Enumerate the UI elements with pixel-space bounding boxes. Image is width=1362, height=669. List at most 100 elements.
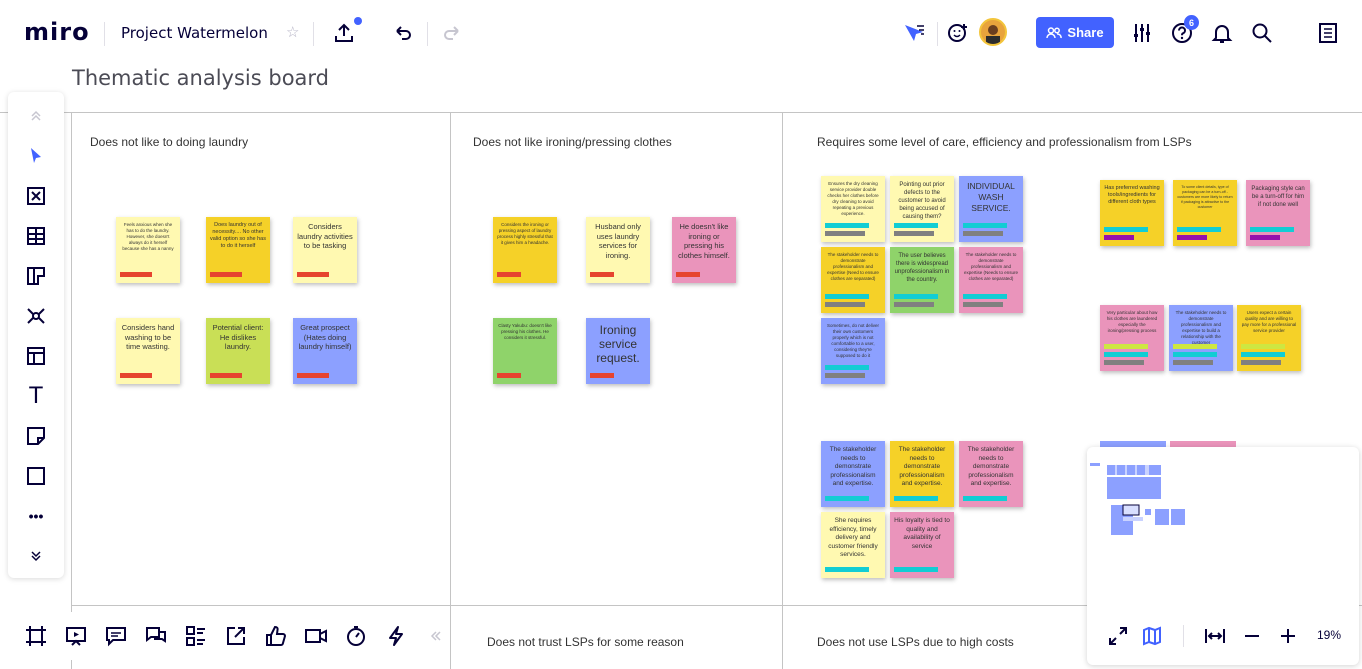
project-title[interactable]: Project Watermelon (121, 24, 268, 42)
export-icon[interactable] (331, 20, 357, 46)
zoom-level[interactable]: 19% (1317, 628, 1341, 642)
more-icon[interactable]: ••• (24, 504, 48, 528)
expand-down-icon[interactable] (24, 544, 48, 568)
sticky-note[interactable]: Considers hand washing to be time wastin… (116, 318, 180, 384)
sticky-note[interactable]: The stakeholder needs to demonstrate pro… (821, 247, 885, 313)
tag-red (120, 272, 152, 277)
sticky-note-icon[interactable] (24, 424, 48, 448)
chat-icon[interactable] (144, 624, 168, 648)
tag-red (497, 373, 521, 378)
sticky-note[interactable]: Pointing out prior defects to the custom… (890, 176, 954, 242)
tag-red (210, 373, 242, 378)
frame-x-icon[interactable] (24, 184, 48, 208)
sticky-note[interactable]: Ironing service request. (586, 318, 650, 384)
divider (427, 22, 428, 46)
add-reaction-icon[interactable] (946, 21, 970, 45)
select-cursor-icon[interactable] (24, 144, 48, 168)
sticky-note[interactable]: To some client details, type of packagin… (1173, 180, 1237, 246)
sticky-note[interactable]: The user believes there is widespread un… (890, 247, 954, 313)
sticky-text: The stakeholder needs to demonstrate pro… (829, 446, 877, 487)
minimap-preview[interactable] (1087, 447, 1359, 607)
map-icon[interactable] (1141, 625, 1163, 647)
sticky-note[interactable]: She requires efficiency, timely delivery… (821, 512, 885, 578)
undo-icon[interactable] (391, 21, 415, 45)
share-button[interactable]: Share (1036, 17, 1114, 48)
miro-logo[interactable]: miro (24, 18, 90, 46)
sticky-note[interactable]: The stakeholder needs to demonstrate pro… (959, 247, 1023, 313)
mindmap-icon[interactable] (24, 304, 48, 328)
search-icon[interactable] (1250, 21, 1274, 45)
sticky-note[interactable]: Feels anxious when she has to do the lau… (116, 217, 180, 283)
divider (937, 22, 938, 46)
tag-cyan (894, 496, 938, 501)
presentation-icon[interactable] (64, 624, 88, 648)
sticky-note[interactable]: Potential client: He dislikes laundry. (206, 318, 270, 384)
sticky-note[interactable]: INDIVIDUAL WASH SERVICE. (959, 176, 1023, 242)
text-icon[interactable]: T (24, 384, 48, 409)
collapse-left-icon[interactable] (424, 624, 448, 648)
comments-icon[interactable] (104, 624, 128, 648)
sticky-note[interactable]: Users expect a certain quality and are w… (1237, 305, 1301, 371)
tag-lime (1104, 344, 1148, 349)
sticky-note[interactable]: Very particular about how his clothes ar… (1100, 305, 1164, 371)
fullscreen-icon[interactable] (1107, 625, 1129, 647)
sticky-note[interactable]: Considers laundry activities to be taski… (293, 217, 357, 283)
tag-cyan (825, 567, 869, 572)
notes-list-icon[interactable] (1316, 21, 1340, 45)
collapse-up-icon[interactable] (24, 104, 48, 128)
sticky-note[interactable]: Clasty Yakubu: doesn't like pressing his… (493, 318, 557, 384)
kanban-icon[interactable] (24, 264, 48, 288)
tag-cyan (1177, 227, 1221, 232)
frames-icon[interactable] (24, 624, 48, 648)
tag-red (210, 272, 242, 277)
tag-gray (825, 302, 865, 307)
tag-cyan (1250, 227, 1294, 232)
sticky-note[interactable]: Packaging style can be a turn-off for hi… (1246, 180, 1310, 246)
sticky-note[interactable]: His loyalty is tied to quality and avail… (890, 512, 954, 578)
cursor-filter-icon[interactable] (901, 21, 927, 45)
sticky-text: Feels anxious when she has to do the lau… (122, 222, 174, 251)
tag-lime (1241, 344, 1285, 349)
sticky-text: Considers the ironing or pressing aspect… (497, 222, 553, 245)
shape-icon[interactable] (24, 464, 48, 488)
tag-gray (825, 373, 865, 378)
sticky-note[interactable]: Does laundry out of necessity.... No oth… (206, 217, 270, 283)
sticky-note[interactable]: Husband only uses laundry services for i… (586, 217, 650, 283)
star-icon[interactable]: ☆ (286, 23, 299, 41)
sticky-note[interactable]: Sometimes, do not deliver their own cust… (821, 318, 885, 384)
sticky-note[interactable]: Ensures the dry cleaning service provide… (821, 176, 885, 242)
sticky-note[interactable]: Great prospect (Hates doing laundry hims… (293, 318, 357, 384)
table-icon[interactable] (24, 224, 48, 248)
timer-icon[interactable] (344, 624, 368, 648)
zoom-in-icon[interactable] (1277, 625, 1299, 647)
sticky-note[interactable]: He doesn't like ironing or pressing his … (672, 217, 736, 283)
share-screen-icon[interactable] (224, 624, 248, 648)
sticky-note[interactable]: The stakeholder needs to demonstrate pro… (890, 441, 954, 507)
sticky-text: Ironing service request. (596, 323, 640, 365)
column-title: Does not use LSPs due to high costs (817, 635, 1014, 649)
column-divider (450, 112, 451, 669)
bell-icon[interactable] (1210, 21, 1234, 45)
redo-icon[interactable] (440, 21, 464, 45)
sticky-note[interactable]: Considers the ironing or pressing aspect… (493, 217, 557, 283)
templates-icon[interactable] (24, 344, 48, 368)
user-avatar[interactable] (979, 18, 1007, 46)
fit-width-icon[interactable] (1204, 625, 1226, 647)
sticky-note[interactable]: The stakeholder needs to demonstrate pro… (821, 441, 885, 507)
settings-sliders-icon[interactable] (1130, 21, 1154, 45)
cards-icon[interactable] (184, 624, 208, 648)
sticky-note[interactable]: The stakeholder needs to demonstrate pro… (959, 441, 1023, 507)
zoom-out-icon[interactable] (1241, 625, 1263, 647)
tag-cyan (825, 294, 869, 299)
tag-red (297, 373, 329, 378)
sticky-text: Considers hand washing to be time wastin… (121, 323, 175, 351)
bottom-toolbar (8, 612, 448, 660)
voting-icon[interactable] (264, 624, 288, 648)
video-icon[interactable] (304, 624, 328, 648)
help-notification-count: 6 (1184, 15, 1199, 30)
left-toolbar: T ••• (8, 92, 64, 578)
sticky-text: The user believes there is widespread un… (894, 253, 950, 283)
sticky-note[interactable]: Has preferred washing tools/ingredients … (1100, 180, 1164, 246)
sticky-note[interactable]: The stakeholder needs to demonstrate pro… (1169, 305, 1233, 371)
lightning-icon[interactable] (384, 624, 408, 648)
